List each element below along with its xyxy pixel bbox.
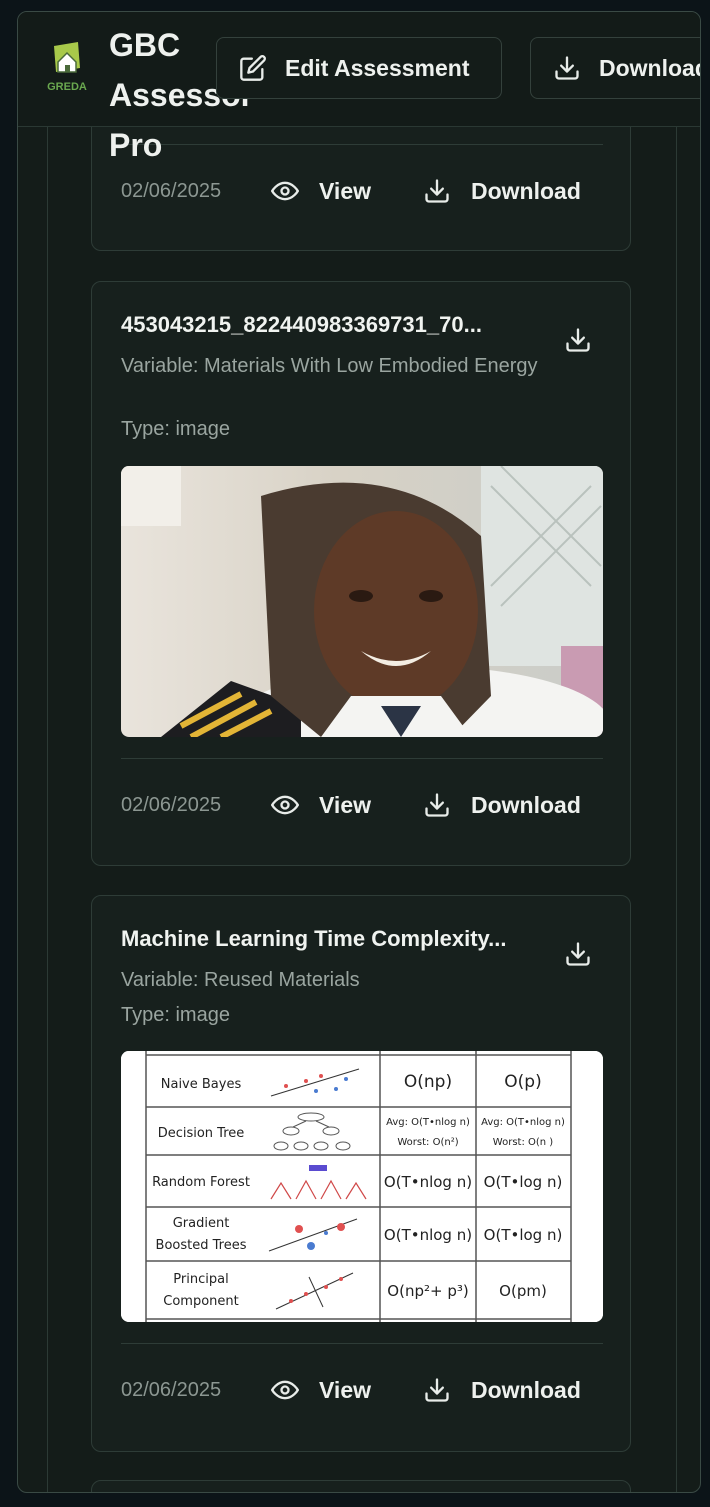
table-cell: O(np) <box>404 1072 452 1092</box>
view-button[interactable]: View <box>271 177 421 205</box>
view-label: View <box>319 791 371 818</box>
card-download-icon[interactable] <box>564 326 592 354</box>
edit-assessment-button[interactable]: Edit Assessment <box>216 37 502 99</box>
attachment-variable: Variable: Reused Materials <box>121 969 360 991</box>
download-label: Download <box>471 1376 581 1403</box>
attachment-type: Type: image <box>121 1004 230 1026</box>
attachment-variable: Variable: Materials With Low Embodied En… <box>121 355 538 377</box>
edit-assessment-label: Edit Assessment <box>285 54 470 81</box>
edit-icon <box>240 55 266 81</box>
card-date: 02/06/2025 <box>121 1378 222 1401</box>
attachment-card: 453043215_822440983369731_70... Variable… <box>91 281 631 866</box>
view-button[interactable]: View <box>271 1376 421 1404</box>
view-button[interactable]: View <box>271 791 421 819</box>
header-download-button[interactable]: Download <box>530 37 701 99</box>
download-icon <box>425 179 449 203</box>
attachment-image[interactable] <box>121 466 603 737</box>
card-divider <box>121 758 603 759</box>
table-cell: Component <box>163 1294 238 1309</box>
table-cell: Decision Tree <box>158 1126 245 1141</box>
table-cell: Boosted Trees <box>156 1238 247 1253</box>
app-frame: GREDA GBC Assessor Pro Edit Assessment D… <box>17 11 701 1493</box>
table-cell: O(T•nlog n) <box>384 1173 472 1191</box>
view-label: View <box>319 1376 371 1403</box>
card-download-icon[interactable] <box>564 940 592 968</box>
table-cell: O(T•log n) <box>484 1226 563 1244</box>
card-date: 02/06/2025 <box>121 179 222 202</box>
table-cell: O(p) <box>504 1072 541 1092</box>
download-button[interactable]: Download <box>423 1376 581 1404</box>
table-cell: O(T•nlog n) <box>384 1226 472 1244</box>
download-button[interactable]: Download <box>423 791 581 819</box>
attachment-card: Machine Learning Time Complexity... Vari… <box>91 895 631 1452</box>
attachment-image[interactable]: Naive Bayes O(np) O(p) Decision Tree Avg… <box>121 1051 603 1322</box>
eye-icon <box>271 795 299 815</box>
card-date: 02/06/2025 <box>121 793 222 816</box>
portrait-photo <box>121 466 603 737</box>
download-label: Download <box>471 791 581 818</box>
table-cell: Naive Bayes <box>161 1077 242 1092</box>
download-label: Download <box>471 177 581 204</box>
table-cell: O(pm) <box>499 1282 547 1300</box>
attachment-type: Type: image <box>121 418 230 440</box>
attachment-title: Machine Learning Time Complexity... <box>121 926 507 951</box>
table-cell: Random Forest <box>152 1175 250 1190</box>
greda-logo: GREDA <box>47 42 87 93</box>
view-label: View <box>319 177 371 204</box>
table-cell: Worst: O(n ) <box>493 1137 553 1148</box>
card-footer: 02/06/2025 View Download <box>121 1370 603 1410</box>
download-icon <box>425 793 449 817</box>
attachment-title: 453043215_822440983369731_70... <box>121 312 482 337</box>
table-cell: O(T•log n) <box>484 1173 563 1191</box>
logo-text: GREDA <box>47 81 87 93</box>
table-cell: Worst: O(n²) <box>397 1137 458 1148</box>
complexity-table-image: Naive Bayes O(np) O(p) Decision Tree Avg… <box>121 1051 603 1322</box>
download-icon <box>555 56 579 80</box>
table-cell: Gradient <box>173 1216 230 1231</box>
attachment-card <box>91 1480 631 1492</box>
card-divider <box>121 1343 603 1344</box>
table-cell: Avg: O(T•nlog n) <box>386 1117 470 1128</box>
download-icon <box>425 1378 449 1402</box>
card-footer: 02/06/2025 View Download <box>121 171 603 211</box>
download-button[interactable]: Download <box>423 177 581 205</box>
eye-icon <box>271 1380 299 1400</box>
header-download-label: Download <box>599 54 701 81</box>
table-cell: Principal <box>173 1272 228 1287</box>
card-footer: 02/06/2025 View Download <box>121 785 603 825</box>
table-cell: Avg: O(T•nlog n) <box>481 1117 565 1128</box>
table-cell: O(np²+ p³) <box>387 1282 468 1300</box>
eye-icon <box>271 181 299 201</box>
